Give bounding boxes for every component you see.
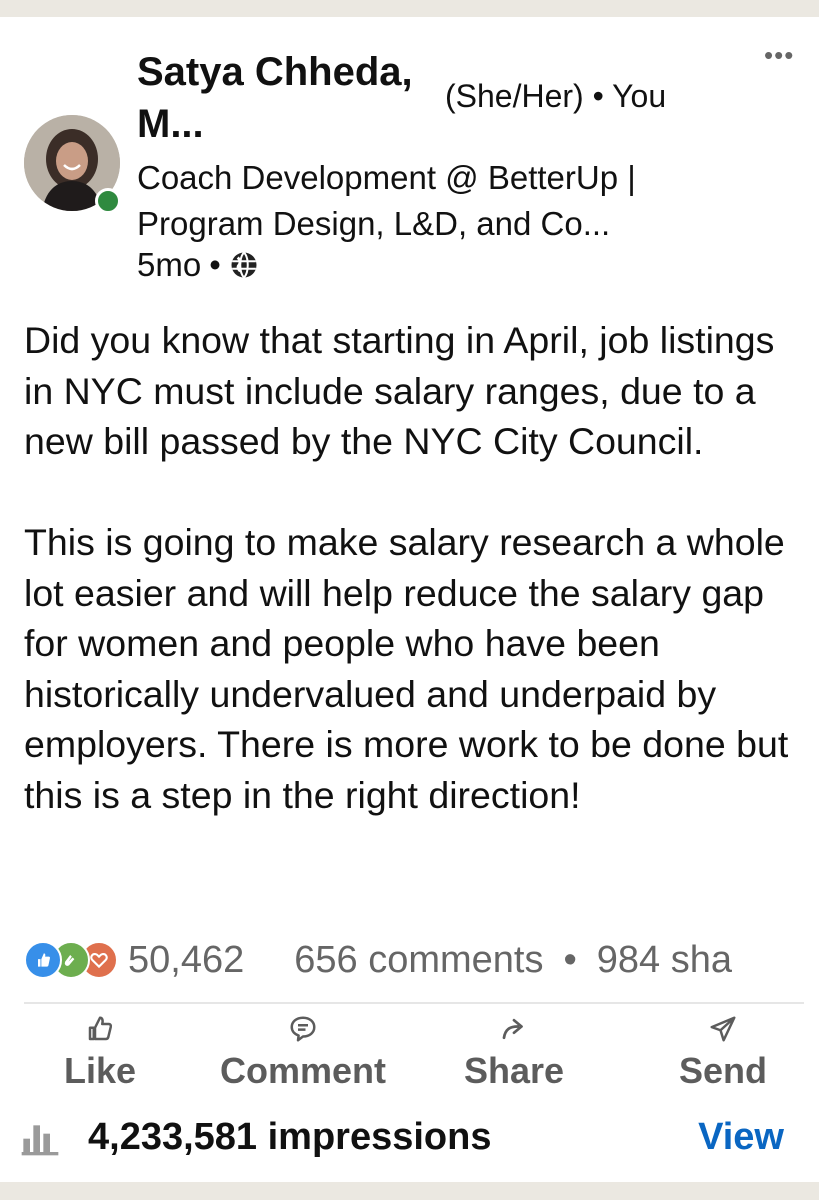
author-headline: Coach Development @ BetterUp | Program D… — [137, 159, 636, 242]
comment-label: Comment — [220, 1050, 387, 1091]
post-meta: 5mo • — [137, 245, 259, 285]
comments-count[interactable]: 656 comments — [294, 939, 543, 982]
globe-icon — [231, 251, 257, 279]
bar-chart-icon — [21, 1125, 59, 1156]
like-button[interactable]: Like — [64, 1010, 136, 1092]
send-button[interactable]: Send — [679, 1010, 767, 1092]
post-paragraph: This is going to make salary research a … — [24, 521, 789, 816]
pronouns-text: (She/Her) — [445, 78, 584, 114]
analytics-bar: 4,233,581 impressions View — [20, 1112, 800, 1162]
share-button[interactable]: Share — [464, 1010, 564, 1092]
shares-count[interactable]: 984 sha — [597, 939, 732, 982]
thumbs-up-icon — [88, 1016, 113, 1041]
like-label: Like — [64, 1050, 137, 1091]
post-paragraph: Did you know that starting in April, job… — [24, 319, 775, 462]
post-action-bar: Like Comment Share Send — [24, 1010, 804, 1100]
social-counts: 50,462 656 comments • 984 sha — [24, 935, 819, 985]
share-label: Share — [464, 1050, 565, 1091]
author-pronouns: (She/Her) • You — [445, 78, 666, 115]
impressions-count: 4,233,581 impressions — [88, 1115, 492, 1158]
send-label: Send — [679, 1050, 768, 1091]
more-options-button[interactable]: ••• — [764, 40, 794, 71]
divider — [24, 1002, 804, 1004]
post-time: 5mo — [137, 246, 202, 283]
reaction-icons[interactable] — [24, 941, 118, 979]
comment-button[interactable]: Comment — [220, 1010, 386, 1092]
share-arrow-icon — [502, 1018, 523, 1040]
separator-dot: • — [209, 246, 221, 283]
reaction-count[interactable]: 50,462 — [128, 939, 244, 982]
online-status-indicator — [95, 188, 121, 214]
send-icon — [710, 1016, 736, 1042]
like-reaction-icon — [24, 941, 62, 979]
view-analytics-link[interactable]: View — [698, 1116, 784, 1159]
separator-dot: • — [563, 938, 577, 981]
connection-degree: You — [612, 78, 667, 114]
post-body: Did you know that starting in April, job… — [24, 315, 804, 820]
comment-icon — [290, 1016, 316, 1042]
author-name[interactable]: Satya Chheda, M... — [137, 46, 427, 150]
separator-dot: • — [592, 78, 613, 114]
